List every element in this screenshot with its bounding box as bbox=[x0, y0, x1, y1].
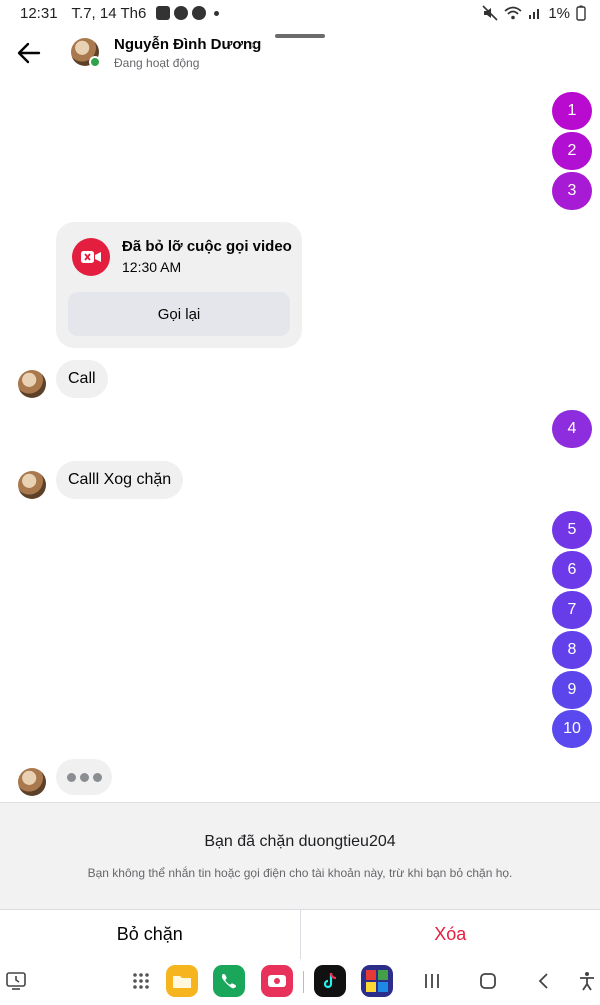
incoming-message[interactable]: Call bbox=[56, 360, 108, 398]
sender-avatar[interactable] bbox=[18, 768, 46, 796]
home-button-icon[interactable] bbox=[472, 965, 504, 997]
outgoing-message[interactable]: 4 bbox=[552, 410, 592, 448]
screen-recorder-app-icon[interactable] bbox=[261, 965, 293, 997]
missed-call-time: 12:30 AM bbox=[122, 259, 182, 275]
wifi-icon bbox=[504, 6, 522, 20]
blocked-notice: Bạn đã chặn duongtieu204 Bạn không thể n… bbox=[0, 802, 600, 909]
signal-icon bbox=[529, 9, 540, 19]
sender-avatar[interactable] bbox=[18, 471, 46, 499]
contact-name[interactable]: Nguyễn Đình Dương bbox=[114, 36, 261, 53]
messenger-notification-icon bbox=[174, 6, 189, 20]
status-date: T.7, 14 Th6 bbox=[71, 4, 147, 22]
video-missed-icon bbox=[72, 238, 110, 276]
typing-dot bbox=[92, 772, 102, 782]
outgoing-message[interactable]: 1 bbox=[552, 92, 592, 130]
blocked-title: Bạn đã chặn duongtieu204 bbox=[204, 833, 396, 850]
outgoing-message[interactable]: 8 bbox=[552, 631, 592, 669]
game-app-icon[interactable] bbox=[361, 965, 393, 997]
chat-header: Nguyễn Đình Dương › Đang hoạt động bbox=[0, 26, 600, 80]
dock-divider bbox=[303, 971, 304, 993]
phone-app-icon[interactable] bbox=[213, 965, 245, 997]
chevron-right-icon[interactable]: › bbox=[250, 36, 255, 53]
notification-icons bbox=[156, 6, 220, 20]
status-time: 12:31 bbox=[20, 4, 58, 22]
gallery-notification-icon bbox=[156, 6, 171, 20]
messenger-notification-icon-2 bbox=[192, 6, 207, 20]
recent-apps-icon[interactable] bbox=[0, 965, 32, 997]
window-drag-handle[interactable] bbox=[275, 34, 325, 38]
files-app-icon[interactable] bbox=[166, 965, 198, 997]
call-back-button[interactable]: Gọi lại bbox=[68, 292, 290, 336]
outgoing-message[interactable]: 5 bbox=[552, 511, 592, 549]
recents-button-icon[interactable] bbox=[416, 965, 448, 997]
mute-icon bbox=[482, 5, 498, 21]
typing-dot bbox=[66, 772, 76, 782]
delete-button[interactable]: Xóa bbox=[301, 910, 600, 959]
tiktok-app-icon[interactable] bbox=[314, 965, 346, 997]
blocked-actions: Bỏ chặn Xóa bbox=[0, 909, 600, 959]
outgoing-message[interactable]: 3 bbox=[552, 172, 592, 210]
outgoing-message[interactable]: 6 bbox=[552, 551, 592, 589]
unblock-button[interactable]: Bỏ chặn bbox=[0, 910, 301, 959]
outgoing-message[interactable]: 2 bbox=[552, 132, 592, 170]
typing-dot bbox=[79, 772, 89, 782]
typing-indicator bbox=[56, 759, 112, 795]
missed-call-title: Đã bỏ lỡ cuộc gọi video bbox=[122, 238, 292, 255]
online-status-dot bbox=[89, 56, 101, 68]
outgoing-message[interactable]: 10 bbox=[552, 710, 592, 748]
battery-percent: 1% bbox=[548, 4, 570, 22]
outgoing-message[interactable]: 7 bbox=[552, 591, 592, 629]
status-right: 1% bbox=[482, 5, 586, 22]
accessibility-icon[interactable] bbox=[571, 965, 600, 997]
arrow-left-icon bbox=[17, 42, 41, 64]
outgoing-message[interactable]: 9 bbox=[552, 671, 592, 709]
more-notifications-dot-icon bbox=[214, 10, 220, 16]
system-nav-bar bbox=[0, 959, 600, 1005]
missed-call-card: Đã bỏ lỡ cuộc gọi video 12:30 AM Gọi lại bbox=[56, 222, 302, 348]
battery-icon bbox=[576, 5, 586, 21]
status-bar: 12:31 T.7, 14 Th6 1% bbox=[0, 0, 600, 26]
app-drawer-icon[interactable] bbox=[125, 965, 157, 997]
blocked-subtitle: Bạn không thể nhắn tin hoặc gọi điện cho… bbox=[87, 866, 513, 880]
presence-status: Đang hoạt động bbox=[114, 56, 200, 70]
sender-avatar[interactable] bbox=[18, 370, 46, 398]
incoming-message[interactable]: Calll Xog chặn bbox=[56, 461, 184, 499]
back-button-icon[interactable] bbox=[528, 965, 560, 997]
back-button[interactable] bbox=[14, 38, 44, 68]
